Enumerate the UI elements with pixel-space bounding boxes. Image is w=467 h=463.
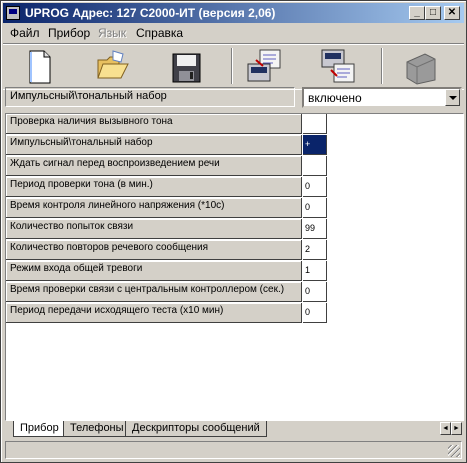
title-bar[interactable]: UPROG Адрес: 127 С2000-ИТ (версия 2,06) …: [3, 3, 464, 23]
grid-row-label: Импульсный\тональный набор: [6, 135, 302, 155]
menu-device[interactable]: Прибор: [48, 26, 90, 40]
scroll-right-icon[interactable]: ►: [451, 422, 462, 435]
selected-parameter-label: Импульсный\тональный набор: [5, 87, 295, 107]
read-device-button[interactable]: [243, 48, 283, 86]
grid-row[interactable]: Количество повторов речевого сообщения 2: [6, 240, 463, 261]
tab-message-descriptors[interactable]: Дескрипторы сообщений: [125, 421, 267, 437]
grid-row[interactable]: Время контроля линейного напряжения (*10…: [6, 198, 463, 219]
save-icon: [172, 53, 201, 83]
new-file-icon: [29, 50, 51, 84]
grid-row-value[interactable]: 1: [303, 261, 327, 281]
parameter-bar: Импульсный\тональный набор включено: [5, 87, 464, 111]
parameter-value: включено: [308, 91, 362, 105]
grid-row-value[interactable]: +: [303, 135, 327, 155]
grid-row[interactable]: Ждать сигнал перед воспроизведением речи: [6, 156, 463, 177]
device-button[interactable]: [401, 48, 441, 86]
open-folder-icon: [97, 50, 129, 79]
grid-row-value[interactable]: 0: [303, 198, 327, 218]
grid-row-value[interactable]: [303, 114, 327, 134]
grid-row-label: Проверка наличия вызывного тона: [6, 114, 302, 134]
grid-row[interactable]: Импульсный\тональный набор +: [6, 135, 463, 156]
write-device-button[interactable]: [317, 48, 357, 86]
grid-row-value[interactable]: 0: [303, 303, 327, 323]
grid-row-label: Время контроля линейного напряжения (*10…: [6, 198, 302, 218]
grid-row-label: Период передачи исходящего теста (x10 ми…: [6, 303, 302, 323]
menu-file[interactable]: Файл: [10, 26, 40, 40]
maximize-button[interactable]: □: [425, 6, 441, 20]
grid-row-value[interactable]: 2: [303, 240, 327, 260]
menu-language[interactable]: Язык: [98, 26, 126, 40]
minimize-button[interactable]: _: [409, 6, 425, 20]
grid-row-label: Количество попыток связи: [6, 219, 302, 239]
grid-row-label: Режим входа общей тревоги: [6, 261, 302, 281]
grid-row-label: Период проверки тона (в мин.): [6, 177, 302, 197]
grid-row-value[interactable]: 0: [303, 282, 327, 302]
main-window: UPROG Адрес: 127 С2000-ИТ (версия 2,06) …: [0, 0, 467, 463]
menu-help[interactable]: Справка: [136, 26, 183, 40]
dropdown-arrow-icon[interactable]: [445, 89, 460, 106]
resize-grip-icon[interactable]: [448, 445, 460, 457]
grid-row-value[interactable]: 0: [303, 177, 327, 197]
app-icon: [6, 6, 20, 20]
parameters-grid: Проверка наличия вызывного тона Импульсн…: [5, 113, 464, 421]
grid-row-label: Ждать сигнал перед воспроизведением речи: [6, 156, 302, 176]
grid-row[interactable]: Время проверки связи с центральным контр…: [6, 282, 463, 303]
sheet-tabs: Прибор Телефоны Дескрипторы сообщений ◄ …: [5, 421, 464, 437]
tab-phones[interactable]: Телефоны: [63, 421, 131, 437]
new-file-button[interactable]: [19, 48, 59, 86]
toolbar-separator: [381, 48, 383, 84]
status-bar: [5, 441, 462, 459]
tab-device[interactable]: Прибор: [13, 421, 66, 437]
menu-bar: Файл Прибор Язык Справка: [3, 24, 464, 42]
grid-row[interactable]: Проверка наличия вызывного тона: [6, 114, 463, 135]
read-from-device-icon: [247, 49, 281, 82]
save-button[interactable]: [166, 48, 206, 86]
parameter-value-select[interactable]: включено: [302, 87, 462, 108]
close-button[interactable]: ✕: [444, 6, 460, 20]
open-button[interactable]: [93, 48, 133, 86]
grid-row-label: Количество повторов речевого сообщения: [6, 240, 302, 260]
grid-row[interactable]: Режим входа общей тревоги 1: [6, 261, 463, 282]
write-to-device-icon: [321, 49, 355, 83]
device-icon: [406, 53, 436, 85]
tab-scroll-buttons: ◄ ►: [440, 422, 462, 435]
grid-row[interactable]: Период проверки тона (в мин.) 0: [6, 177, 463, 198]
grid-row-value[interactable]: [303, 156, 327, 176]
grid-row[interactable]: Период передачи исходящего теста (x10 ми…: [6, 303, 463, 324]
scroll-left-icon[interactable]: ◄: [440, 422, 451, 435]
window-title: UPROG Адрес: 127 С2000-ИТ (версия 2,06): [25, 6, 276, 20]
toolbar-separator: [231, 48, 233, 84]
grid-row-value[interactable]: 99: [303, 219, 327, 239]
toolbar: [3, 43, 464, 90]
grid-row-label: Время проверки связи с центральным контр…: [6, 282, 302, 302]
grid-row[interactable]: Количество попыток связи 99: [6, 219, 463, 240]
